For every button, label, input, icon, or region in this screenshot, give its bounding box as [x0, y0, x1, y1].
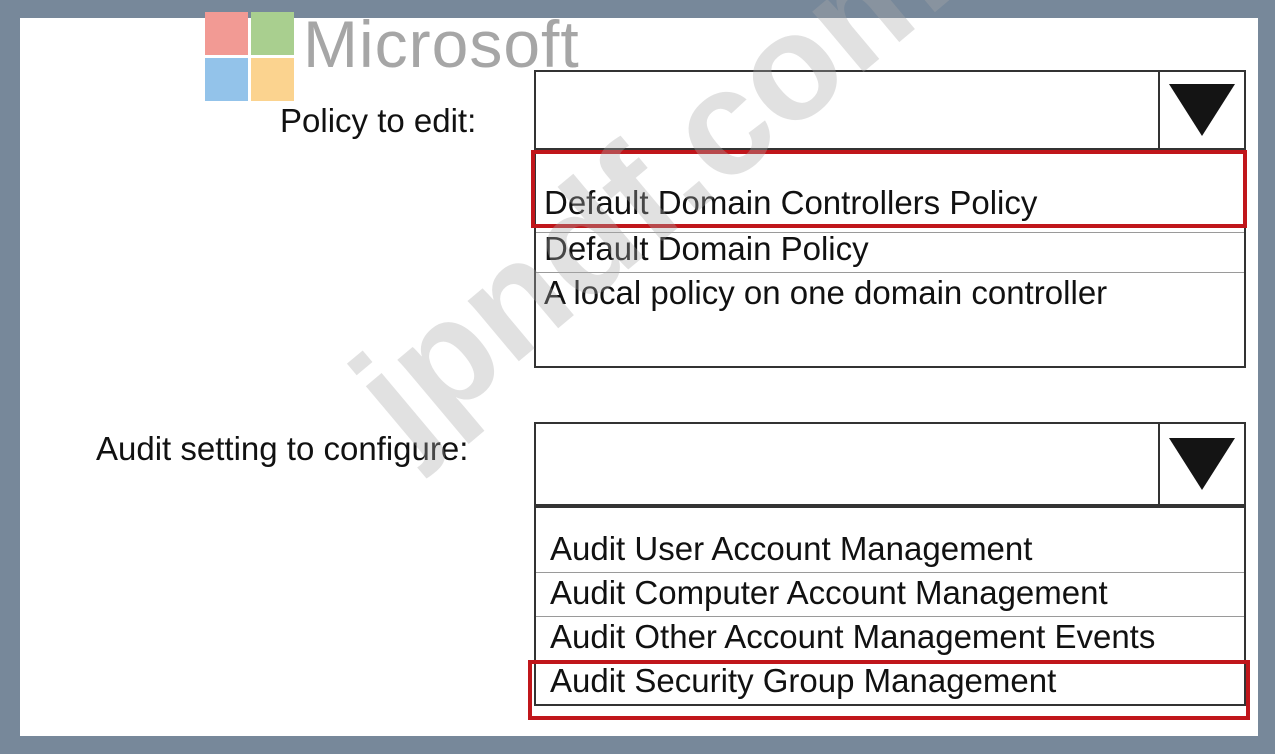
- audit-option-computer-account[interactable]: Audit Computer Account Management: [536, 574, 1244, 612]
- audit-dropdown[interactable]: [534, 422, 1246, 506]
- logo-square-red: [205, 12, 248, 55]
- policy-option-default-domain[interactable]: Default Domain Policy: [536, 230, 1244, 268]
- logo-square-yellow: [251, 58, 294, 101]
- option-divider: [536, 572, 1244, 573]
- policy-label: Policy to edit:: [280, 102, 477, 139]
- dropdown-triangle-icon: [1169, 438, 1235, 490]
- policy-dropdown[interactable]: [534, 70, 1246, 150]
- audit-label: Audit setting to configure:: [96, 430, 469, 467]
- option-divider: [536, 616, 1244, 617]
- logo-square-green: [251, 12, 294, 55]
- policy-dropdown-button[interactable]: [1158, 70, 1246, 150]
- audit-option-user-account[interactable]: Audit User Account Management: [536, 530, 1244, 568]
- option-divider: [536, 272, 1244, 273]
- policy-answer-highlight: [531, 150, 1247, 228]
- logo-square-blue: [205, 58, 248, 101]
- audit-dropdown-button[interactable]: [1158, 422, 1246, 506]
- audit-answer-highlight: [528, 660, 1250, 720]
- question-panel: Microsoft Policy to edit: Default Domain…: [20, 0, 1258, 736]
- policy-option-local-policy[interactable]: A local policy on one domain controller: [536, 274, 1244, 312]
- dropdown-triangle-icon: [1169, 84, 1235, 136]
- audit-option-other-account-events[interactable]: Audit Other Account Management Events: [536, 618, 1244, 656]
